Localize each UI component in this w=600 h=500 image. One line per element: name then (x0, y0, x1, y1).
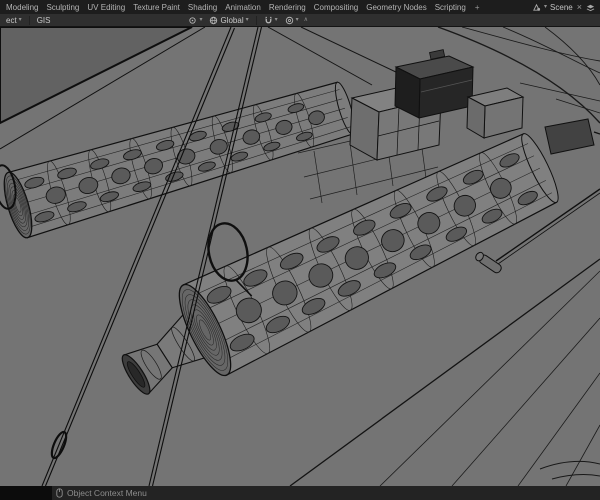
tab-compositing[interactable]: Compositing (310, 3, 362, 12)
tab-sculpting[interactable]: Sculpting (42, 3, 83, 12)
tab-animation[interactable]: Animation (221, 3, 265, 12)
scene-name[interactable]: Scene (550, 3, 573, 12)
mode-label: ect (6, 15, 17, 25)
transform-orientation-dropdown[interactable]: Global ▾ (207, 16, 250, 25)
topbar: Modeling Sculpting UV Editing Texture Pa… (0, 0, 600, 14)
scene-unlink-button[interactable]: × (576, 2, 583, 12)
status-bar: Object Context Menu (0, 486, 600, 500)
pivot-point-dropdown[interactable]: ▾ (186, 16, 204, 25)
tab-texture-paint[interactable]: Texture Paint (129, 3, 184, 12)
snap-caret-icon: ▾ (274, 17, 278, 23)
proportional-edit-dropdown[interactable]: ▾ (283, 16, 301, 25)
tab-modeling[interactable]: Modeling (2, 3, 42, 12)
view-layer-icon[interactable] (586, 3, 595, 12)
proportional-edit-icon (285, 16, 294, 25)
orientation-caret-icon: ▾ (245, 17, 249, 23)
header-separator (28, 15, 30, 25)
menu-gis[interactable]: GIS (35, 16, 53, 25)
viewport-header: ect ▾ GIS ▾ Global ▾ ▾ ▾ ∧ (0, 14, 600, 27)
viewport-3d[interactable] (0, 27, 600, 486)
proportional-caret-icon: ▾ (295, 17, 299, 23)
header-separator (255, 15, 257, 25)
status-hint: Object Context Menu (67, 488, 147, 498)
pivot-point-icon (188, 16, 197, 25)
orientation-globe-icon (209, 16, 218, 25)
mouse-icon (56, 488, 63, 498)
scene-selector: ▾ Scene × (532, 2, 598, 12)
mode-caret-icon: ▾ (18, 17, 22, 23)
mode-dropdown[interactable]: ect ▾ (4, 16, 24, 25)
pivot-caret-icon: ▾ (199, 17, 203, 23)
tab-rendering[interactable]: Rendering (265, 3, 310, 12)
scene-browse-caret-icon[interactable]: ▾ (544, 4, 547, 10)
tab-scripting[interactable]: Scripting (431, 3, 470, 12)
wireframe-scene (0, 27, 600, 486)
tab-geometry-nodes[interactable]: Geometry Nodes (362, 3, 430, 12)
statusbar-left-block (0, 486, 52, 500)
collapse-indicator-icon: ∧ (303, 17, 309, 23)
orientation-label: Global (220, 15, 244, 25)
snapping-dropdown[interactable]: ▾ (262, 16, 280, 25)
magnet-icon (264, 16, 273, 25)
add-workspace-button[interactable]: + (470, 3, 485, 12)
tab-uv-editing[interactable]: UV Editing (83, 3, 129, 12)
tab-shading[interactable]: Shading (184, 3, 221, 12)
scene-icon (532, 3, 541, 12)
menu-gis-label: GIS (36, 15, 51, 25)
